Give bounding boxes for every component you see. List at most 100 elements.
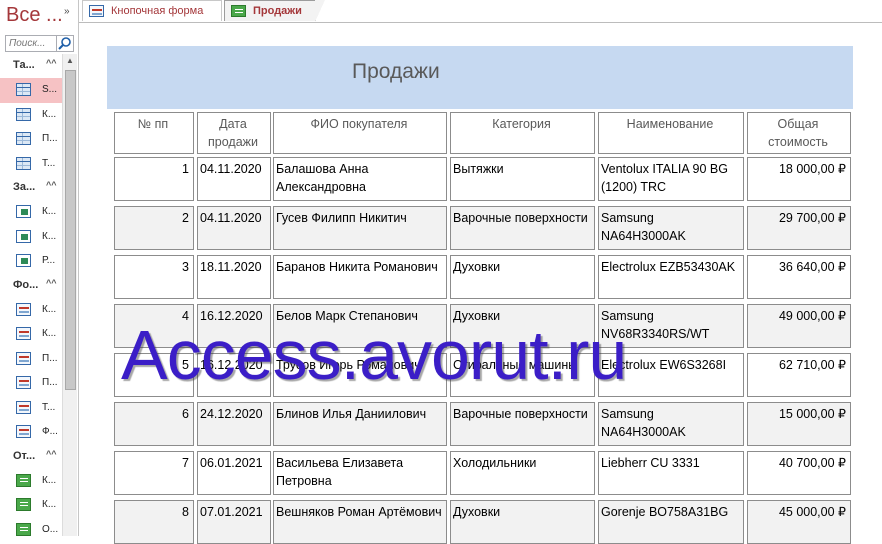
cell-row-number: 2 — [114, 206, 194, 250]
nav-group-label: Та... — [13, 59, 35, 71]
nav-item[interactable]: К... — [0, 298, 62, 323]
cell-product: Liebherr CU 3331 — [598, 451, 744, 495]
nav-item[interactable]: П... — [0, 127, 62, 152]
report-icon — [231, 5, 246, 17]
nav-item[interactable]: К... — [0, 225, 62, 250]
nav-item-label: Т... — [42, 401, 56, 413]
nav-item[interactable]: К... — [0, 469, 62, 494]
nav-search-box — [5, 35, 74, 52]
cell-total-cost: 18 000,00 ₽ — [747, 157, 851, 201]
nav-group-header[interactable]: От... ^^ — [0, 445, 62, 469]
query-icon — [16, 229, 31, 243]
collapse-chevron-icon[interactable]: ^^ — [46, 278, 57, 288]
nav-item-label: К... — [42, 328, 57, 339]
nav-item[interactable]: О... — [0, 518, 62, 537]
cell-total-cost: 62 710,00 ₽ — [747, 353, 851, 397]
cell-sale-date: 07.01.2021 — [197, 500, 271, 544]
cell-total-cost: 40 700,00 ₽ — [747, 451, 851, 495]
table-icon — [16, 156, 31, 170]
cell-row-number: 6 — [114, 402, 194, 446]
tab-sales[interactable]: Продажи — [224, 0, 325, 22]
cell-sale-date: 18.11.2020 — [197, 255, 271, 299]
cell-product: Samsung NA64H3000AK — [598, 206, 744, 250]
cell-total-cost: 36 640,00 ₽ — [747, 255, 851, 299]
cell-category: Духовки — [450, 255, 595, 299]
nav-item[interactable]: К... — [0, 103, 62, 128]
shutter-bar-close-icon[interactable]: » — [64, 6, 70, 17]
cell-product: Samsung NA64H3000AK — [598, 402, 744, 446]
nav-item-label: К... — [42, 206, 57, 217]
nav-item-label: П... — [42, 133, 58, 144]
report-title: Продажи — [352, 60, 440, 83]
cell-row-number: 1 — [114, 157, 194, 201]
cell-sale-date: 04.11.2020 — [197, 157, 271, 201]
nav-pane-title[interactable]: Все ... — [6, 4, 63, 27]
tab-label: Кнопочная форма — [111, 5, 204, 17]
header-sale-date: Дата продажи — [197, 112, 271, 154]
form-icon — [16, 327, 31, 340]
cell-category: Духовки — [450, 500, 595, 544]
nav-group-label: От... — [13, 449, 36, 462]
cell-category: Вытяжки — [450, 157, 595, 201]
collapse-chevron-icon[interactable]: ^^ — [46, 449, 57, 459]
form-icon — [16, 351, 31, 365]
cell-category: Варочные поверхности — [450, 402, 595, 446]
nav-item[interactable]: П... — [0, 347, 62, 372]
nav-item[interactable]: Т... — [0, 396, 62, 421]
query-icon — [16, 254, 31, 267]
table-icon — [16, 83, 31, 96]
nav-item[interactable]: К... — [0, 493, 62, 518]
cell-row-number: 7 — [114, 451, 194, 495]
form-icon — [16, 425, 31, 438]
cell-customer: Балашова Анна Александровна — [273, 157, 447, 201]
nav-item-label: П... — [42, 377, 58, 388]
table-icon — [16, 132, 31, 145]
tab-switchboard[interactable]: Кнопочная форма — [82, 0, 222, 21]
nav-item-label: К... — [42, 303, 57, 315]
cell-product: Electrolux EZB53430AK — [598, 255, 744, 299]
nav-group-header[interactable]: Фо... ^^ — [0, 274, 62, 298]
cell-product: Ventolux ITALIA 90 BG (1200) TRC — [598, 157, 744, 201]
nav-search-input[interactable] — [7, 36, 59, 51]
form-icon — [16, 400, 31, 414]
cell-sale-date: 24.12.2020 — [197, 402, 271, 446]
scroll-up-arrow-icon[interactable]: ▲ — [63, 56, 77, 68]
nav-item-label: О... — [42, 523, 59, 535]
form-icon — [89, 5, 104, 17]
form-icon — [16, 376, 31, 389]
table-icon — [16, 107, 31, 121]
nav-item[interactable]: П... — [0, 371, 62, 396]
cell-customer: Васильева Елизавета Петровна — [273, 451, 447, 495]
nav-item[interactable]: Т... — [0, 152, 62, 177]
nav-item[interactable]: Р... — [0, 249, 62, 274]
report-icon — [16, 473, 31, 487]
cell-total-cost: 49 000,00 ₽ — [747, 304, 851, 348]
nav-item[interactable]: Ф... — [0, 420, 62, 445]
scrollbar-thumb[interactable] — [65, 70, 76, 390]
nav-item-label: К... — [42, 499, 57, 510]
nav-item[interactable]: S... — [0, 78, 62, 103]
header-product: Наименование — [598, 112, 744, 154]
nav-object-list: Та... ^^ S... К... П... Т... За... ^^ К... К... Р.… — [0, 54, 62, 536]
nav-group-label: Фо... — [13, 278, 39, 291]
report-icon — [16, 498, 31, 511]
nav-scrollbar[interactable]: ▲ — [62, 54, 77, 536]
nav-item[interactable]: К... — [0, 322, 62, 347]
nav-group-label: За... — [13, 181, 36, 193]
nav-item-label: Р... — [42, 255, 56, 266]
nav-item[interactable]: К... — [0, 200, 62, 225]
cell-product: Gorenje BO758A31BG — [598, 500, 744, 544]
nav-group-header[interactable]: За... ^^ — [0, 176, 62, 200]
report-header: Продажи — [107, 46, 853, 109]
collapse-chevron-icon[interactable]: ^^ — [46, 58, 57, 68]
nav-item-label: П... — [42, 352, 58, 364]
nav-item-label: S... — [42, 84, 58, 95]
nav-group-header[interactable]: Та... ^^ — [0, 54, 62, 78]
cell-customer: Баранов Никита Романович — [273, 255, 447, 299]
search-icon[interactable] — [56, 36, 73, 51]
nav-item-label: Т... — [42, 157, 56, 169]
watermark: Access.avorut.ru — [121, 316, 627, 394]
query-icon — [16, 205, 31, 218]
cell-customer: Блинов Илья Даниилович — [273, 402, 447, 446]
collapse-chevron-icon[interactable]: ^^ — [46, 180, 57, 190]
